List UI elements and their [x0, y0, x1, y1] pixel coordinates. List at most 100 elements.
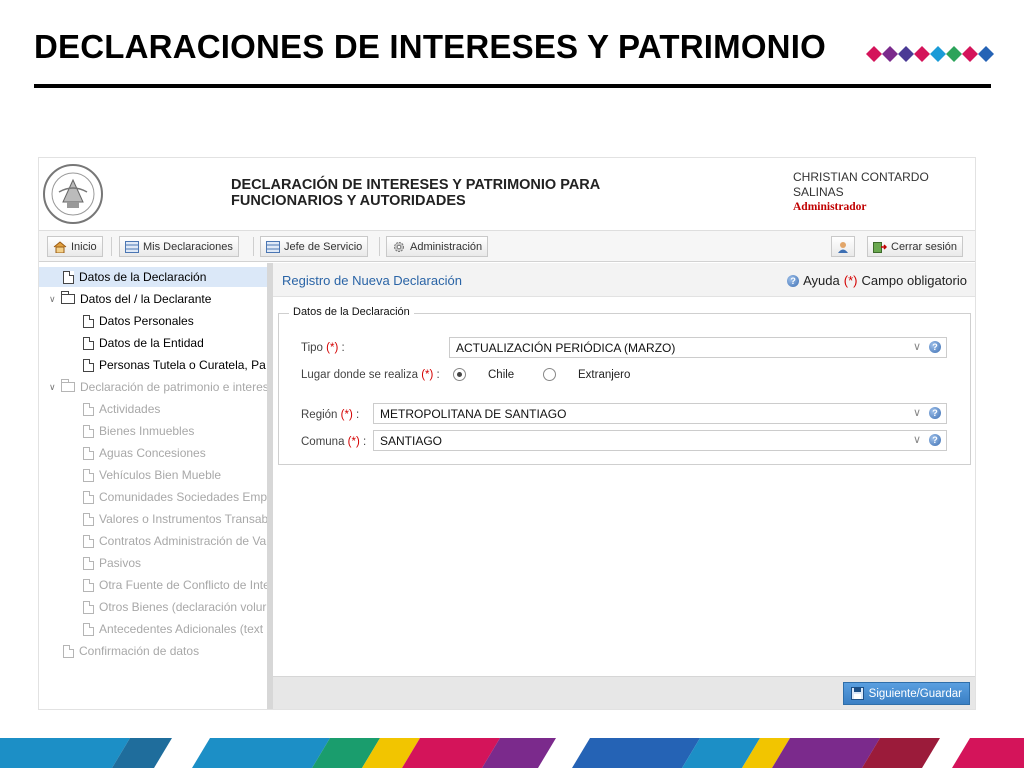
tree-item-contratos-administracion[interactable]: Contratos Administración de Va — [39, 531, 267, 551]
mis-declaraciones-button[interactable]: Mis Declaraciones — [119, 236, 239, 257]
jefe-de-servicio-button[interactable]: Jefe de Servicio — [260, 236, 369, 257]
tree-item-otros-bienes[interactable]: Otros Bienes (declaración volur — [39, 597, 267, 617]
decorative-diamond — [978, 46, 994, 62]
help-area: ? Ayuda (*) Campo obligatorio — [787, 273, 967, 288]
radio-extranjero[interactable] — [543, 368, 556, 381]
tree-folder-declaracion-patrimonio[interactable]: ∨ Declaración de patrimonio e interes — [39, 377, 267, 397]
document-icon — [83, 358, 94, 372]
document-icon — [83, 490, 94, 504]
region-select[interactable]: METROPOLITANA DE SANTIAGO ∨ ? — [373, 403, 947, 424]
tree-item-label: Confirmación de datos — [79, 644, 200, 658]
document-icon — [63, 644, 74, 658]
comuna-select-value: SANTIAGO — [380, 434, 443, 448]
app-header: DECLARACIÓN DE INTERESES Y PATRIMONIO PA… — [39, 158, 975, 230]
inicio-button[interactable]: Inicio — [47, 236, 103, 257]
help-icon[interactable]: ? — [929, 341, 941, 353]
panel-header: Registro de Nueva Declaración ? Ayuda (*… — [273, 263, 975, 297]
help-icon[interactable]: ? — [929, 434, 941, 446]
label-colon: : — [356, 409, 360, 421]
radio-chile[interactable] — [453, 368, 466, 381]
tree-item-label: Vehículos Bien Mueble — [99, 468, 222, 482]
slide-title-rule — [34, 84, 991, 88]
tree-item-label: Datos de la Entidad — [99, 336, 204, 350]
tree-item-actividades[interactable]: Actividades — [39, 399, 267, 419]
tree-item-label: Valores o Instrumentos Transab — [99, 512, 267, 526]
fieldset-legend: Datos de la Declaración — [289, 306, 414, 318]
jefe-de-servicio-label: Jefe de Servicio — [284, 240, 363, 253]
tree-folder-datos-declarante[interactable]: ∨ Datos del / la Declarante — [39, 289, 267, 309]
decorative-diamond — [882, 46, 898, 62]
tree-item-label: Datos del / la Declarante — [80, 292, 212, 306]
required-mark: (*) — [843, 273, 858, 288]
tree-item-datos-declaracion[interactable]: Datos de la Declaración — [39, 267, 267, 287]
document-icon — [83, 468, 94, 482]
region-label-text: Región — [301, 409, 338, 421]
cerrar-sesion-label: Cerrar sesión — [891, 240, 958, 253]
region-select-value: METROPOLITANA DE SANTIAGO — [380, 407, 567, 421]
label-colon: : — [341, 342, 345, 354]
toolbar-divider — [253, 237, 254, 256]
administracion-button[interactable]: Administración — [386, 236, 489, 257]
help-icon[interactable]: ? — [929, 407, 941, 419]
user-role: Administrador — [793, 201, 867, 213]
tree-item-label: Comunidades Sociedades Emp — [99, 490, 267, 504]
document-icon — [83, 556, 94, 570]
document-icon — [83, 402, 94, 416]
comuna-select[interactable]: SANTIAGO ∨ ? — [373, 430, 947, 451]
panel-title: Registro de Nueva Declaración — [282, 273, 462, 288]
tipo-select-value: ACTUALIZACIÓN PERIÓDICA (MARZO) — [456, 341, 676, 355]
tipo-select[interactable]: ACTUALIZACIÓN PERIÓDICA (MARZO) ∨ ? — [449, 337, 947, 358]
document-icon — [83, 578, 94, 592]
chevron-down-icon: ∨ — [912, 407, 921, 419]
radio-chile-label: Chile — [488, 369, 515, 381]
help-link[interactable]: Ayuda — [803, 273, 840, 288]
cerrar-sesion-button[interactable]: Cerrar sesión — [867, 236, 964, 257]
tree-item-confirmacion-datos[interactable]: Confirmación de datos — [39, 641, 267, 661]
logout-icon — [873, 241, 887, 253]
tree-item-label: Personas Tutela o Curatela, Pa — [99, 358, 266, 372]
tree-item-label: Bienes Inmuebles — [99, 424, 195, 438]
siguiente-guardar-button[interactable]: Siguiente/Guardar — [842, 682, 970, 705]
required-mark: (*) — [326, 342, 339, 354]
required-legend: Campo obligatorio — [861, 273, 967, 288]
user-profile-button[interactable] — [831, 236, 855, 257]
comuna-label: Comuna (*) : — [301, 436, 366, 448]
tree-item-personas-tutela[interactable]: Personas Tutela o Curatela, Pa — [39, 355, 267, 375]
tree-item-label: Otra Fuente de Conflicto de Inte — [99, 578, 267, 592]
tree-item-valores-instrumentos[interactable]: Valores o Instrumentos Transab — [39, 509, 267, 529]
tipo-label-text: Tipo — [301, 342, 323, 354]
mis-declaraciones-label: Mis Declaraciones — [143, 240, 233, 253]
tree-item-bienes-inmuebles[interactable]: Bienes Inmuebles — [39, 421, 267, 441]
slide-title: DECLARACIONES DE INTERESES Y PATRIMONIO — [34, 28, 826, 65]
decorative-diamond — [898, 46, 914, 62]
tree-item-vehiculos[interactable]: Vehículos Bien Mueble — [39, 465, 267, 485]
tree-item-pasivos[interactable]: Pasivos — [39, 553, 267, 573]
tree-item-otra-fuente-conflicto[interactable]: Otra Fuente de Conflicto de Inte — [39, 575, 267, 595]
tree-item-label: Datos Personales — [99, 314, 194, 328]
toolbar-divider — [379, 237, 380, 256]
required-mark: (*) — [347, 436, 360, 448]
tree-item-aguas-concesiones[interactable]: Aguas Concesiones — [39, 443, 267, 463]
required-mark: (*) — [340, 409, 353, 421]
chevron-down-icon: ∨ — [49, 381, 56, 392]
tree-item-datos-personales[interactable]: Datos Personales — [39, 311, 267, 331]
tree-item-datos-entidad[interactable]: Datos de la Entidad — [39, 333, 267, 353]
administracion-label: Administración — [410, 240, 483, 253]
tree-item-label: Actividades — [99, 402, 161, 416]
lugar-label-text: Lugar donde se realiza — [301, 369, 418, 381]
tree-item-comunidades-sociedades[interactable]: Comunidades Sociedades Emp — [39, 487, 267, 507]
radio-extranjero-label: Extranjero — [578, 369, 631, 381]
navigation-tree: Datos de la Declaración ∨ Datos del / la … — [39, 263, 267, 709]
document-icon — [83, 622, 94, 636]
document-icon — [83, 446, 94, 460]
table-icon — [125, 240, 139, 253]
decorative-diamond — [962, 46, 978, 62]
folder-icon — [61, 379, 75, 392]
tree-item-label: Aguas Concesiones — [99, 446, 206, 460]
tree-item-antecedentes-adicionales[interactable]: Antecedentes Adicionales (text — [39, 619, 267, 639]
document-icon — [83, 512, 94, 526]
chevron-down-icon: ∨ — [912, 341, 921, 353]
help-icon[interactable]: ? — [787, 274, 800, 287]
table-icon — [266, 240, 280, 253]
tree-item-label: Declaración de patrimonio e interes — [80, 380, 267, 394]
